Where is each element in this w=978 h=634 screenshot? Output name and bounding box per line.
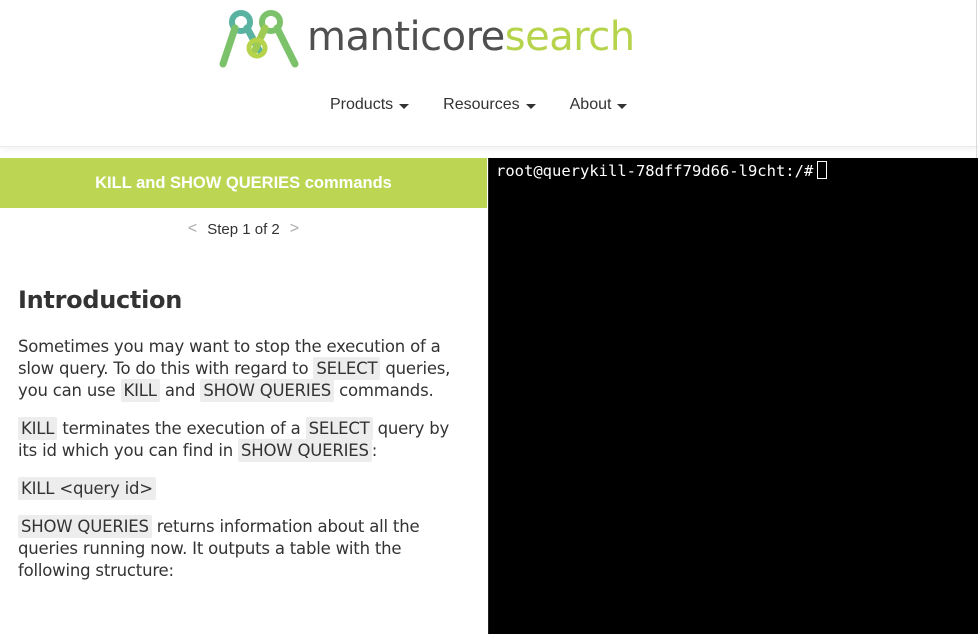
inline-code: SHOW QUERIES <box>238 439 372 462</box>
nav-about[interactable]: About <box>570 96 628 114</box>
prev-step-button[interactable]: < <box>188 220 197 238</box>
lesson-panel[interactable]: KILL and SHOW QUERIES commands < Step 1 … <box>0 158 487 634</box>
nav-about-label: About <box>569 96 612 113</box>
terminal[interactable]: root@querykill-78dff79d66-l9cht:/# <box>488 158 978 634</box>
inline-code: KILL <box>18 417 58 440</box>
next-step-button[interactable]: > <box>290 220 299 238</box>
step-indicator: Step 1 of 2 <box>207 220 280 238</box>
window-edge-divider <box>976 0 977 158</box>
step-navigator: < Step 1 of 2 > <box>0 220 487 238</box>
nav-resources[interactable]: Resources <box>443 96 536 114</box>
site-header: manticoresearch Products Resources About <box>0 0 978 147</box>
paragraph-3: KILL <query id> <box>18 477 469 500</box>
lesson-content: Introduction Sometimes you may want to s… <box>0 286 487 582</box>
logo-text-part1: manticore <box>307 14 505 60</box>
paragraph-2: KILL terminates the execution of a SELEC… <box>18 417 469 462</box>
text-fragment: : <box>371 441 378 460</box>
inline-code: SELECT <box>313 357 381 380</box>
chevron-down-icon <box>399 103 410 109</box>
terminal-prompt: root@querykill-78dff79d66-l9cht:/# <box>496 161 828 180</box>
inline-code: SELECT <box>305 417 373 440</box>
nav-products[interactable]: Products <box>330 96 410 114</box>
section-heading: Introduction <box>18 286 182 314</box>
terminal-prompt-text: root@querykill-78dff79d66-l9cht:/# <box>496 162 814 180</box>
paragraph-4: SHOW QUERIES returns information about a… <box>18 515 469 582</box>
nav-resources-label: Resources <box>443 96 520 113</box>
text-fragment: commands. <box>334 381 434 400</box>
logo[interactable]: manticoresearch <box>219 5 635 69</box>
terminal-cursor <box>817 161 828 179</box>
text-fragment: and <box>159 381 201 400</box>
chevron-down-icon <box>617 103 628 109</box>
manticore-logo-icon <box>219 10 299 68</box>
lesson-title: KILL and SHOW QUERIES commands <box>0 158 487 208</box>
logo-text-part2: search <box>504 14 635 60</box>
inline-code: KILL <box>120 379 160 402</box>
main-nav: Products Resources About <box>330 96 628 114</box>
logo-text: manticoresearch <box>307 17 635 57</box>
inline-code: SHOW QUERIES <box>200 379 335 402</box>
code-snippet: KILL <query id> <box>18 477 156 500</box>
nav-products-label: Products <box>330 96 394 113</box>
text-fragment: terminates the execution of a <box>57 419 306 438</box>
inline-code: SHOW QUERIES <box>18 515 152 538</box>
paragraph-1: Sometimes you may want to stop the execu… <box>18 336 469 402</box>
chevron-down-icon <box>525 103 536 109</box>
